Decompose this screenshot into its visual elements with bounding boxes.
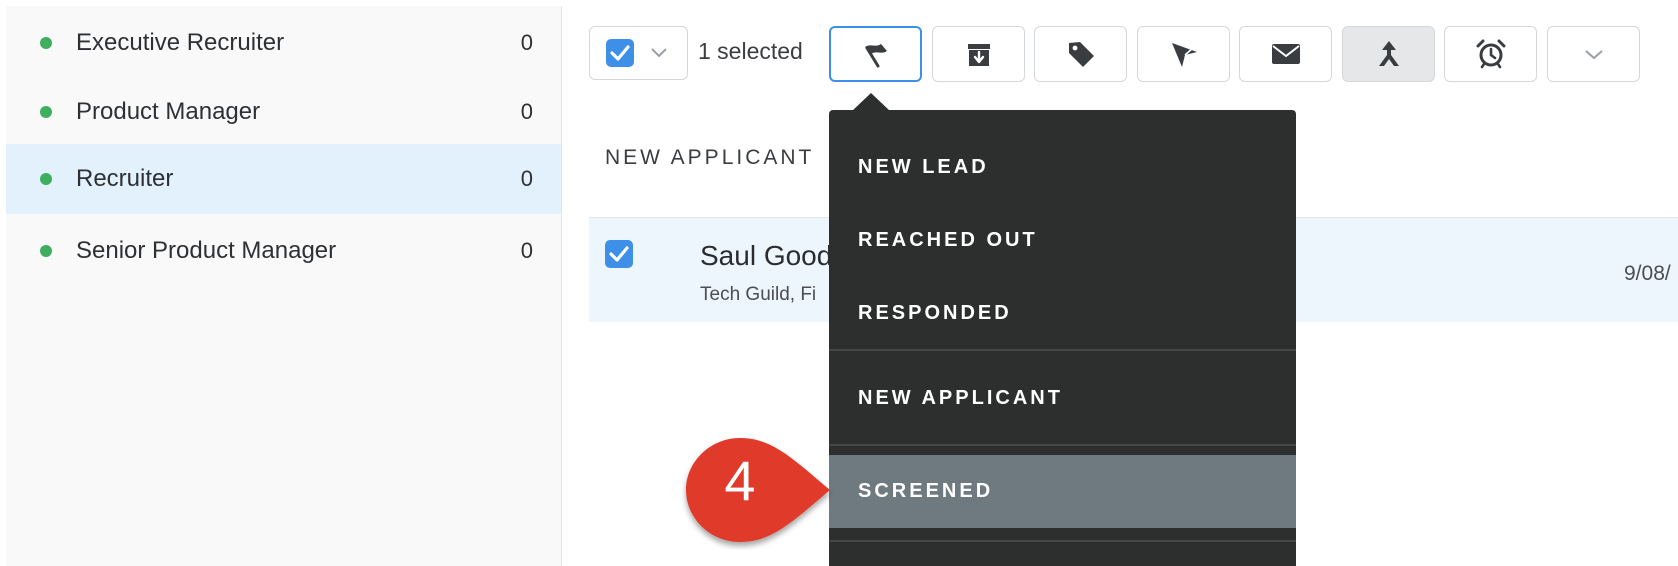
sidebar-item-executive-recruiter[interactable]: Executive Recruiter 0 (6, 6, 561, 80)
send-button[interactable] (1137, 26, 1230, 82)
tag-button[interactable] (1034, 26, 1127, 82)
status-dot-icon (40, 37, 52, 49)
more-actions-button[interactable] (1547, 26, 1640, 82)
sidebar-item-label: Senior Product Manager (76, 237, 337, 264)
stage-header: NEW APPLICANT (605, 146, 815, 169)
sidebar-item-count: 0 (520, 30, 533, 55)
status-dot-icon (40, 106, 52, 118)
menu-item-responded[interactable]: RESPONDED (829, 277, 1296, 350)
sidebar-item-count: 0 (520, 166, 533, 191)
sidebar-item-label: Product Manager (76, 98, 261, 125)
row-checkbox[interactable] (605, 240, 633, 268)
menu-divider (829, 349, 1296, 351)
mail-icon (1271, 44, 1300, 64)
flag-icon (864, 44, 887, 68)
sidebar-item-count: 0 (520, 238, 533, 263)
sidebar-item-label: Executive Recruiter (76, 29, 285, 56)
select-all-dropdown[interactable] (589, 26, 688, 80)
snooze-button[interactable] (1444, 26, 1537, 82)
status-dot-icon (40, 245, 52, 257)
merge-button[interactable] (1342, 26, 1435, 82)
sidebar-item-senior-product-manager[interactable]: Senior Product Manager 0 (6, 214, 561, 288)
archive-button[interactable] (932, 26, 1025, 82)
archive-icon (967, 44, 990, 66)
email-button[interactable] (1239, 26, 1332, 82)
menu-caret (852, 93, 890, 111)
menu-item-screened[interactable]: SCREENED (829, 455, 1296, 528)
menu-item-reached-out[interactable]: REACHED OUT (829, 204, 1296, 277)
sidebar-item-product-manager[interactable]: Product Manager 0 (6, 75, 561, 149)
stage-menu: NEW LEAD REACHED OUT RESPONDED NEW APPLI… (829, 110, 1296, 566)
checkmark-icon (609, 246, 629, 262)
menu-divider (829, 540, 1296, 542)
candidate-company: Tech Guild, Fi (700, 284, 817, 305)
sidebar-item-recruiter[interactable]: Recruiter 0 (6, 144, 561, 214)
send-icon (1171, 43, 1197, 67)
checkmark-icon (610, 45, 630, 61)
chevron-down-icon (651, 48, 667, 58)
menu-item-new-applicant[interactable]: NEW APPLICANT (829, 362, 1296, 435)
candidate-name[interactable]: Saul Good (700, 240, 832, 272)
merge-icon (1378, 41, 1399, 66)
change-stage-button[interactable] (829, 26, 922, 82)
alarm-clock-icon (1476, 39, 1505, 69)
chevron-down-icon (1584, 50, 1603, 60)
callout-number: 4 (724, 449, 756, 512)
status-dot-icon (40, 173, 52, 185)
row-date: 9/08/ (1624, 262, 1671, 285)
selection-count-label: 1 selected (698, 38, 803, 64)
step-callout: 4 (682, 434, 842, 550)
select-all-checkbox[interactable] (606, 39, 634, 67)
menu-divider (829, 444, 1296, 446)
sidebar-item-count: 0 (520, 99, 533, 124)
tag-icon (1068, 42, 1094, 67)
sidebar-item-label: Recruiter (76, 165, 174, 192)
menu-item-new-lead[interactable]: NEW LEAD (829, 131, 1296, 204)
pipeline-sidebar: Executive Recruiter 0 Product Manager 0 … (6, 6, 562, 566)
